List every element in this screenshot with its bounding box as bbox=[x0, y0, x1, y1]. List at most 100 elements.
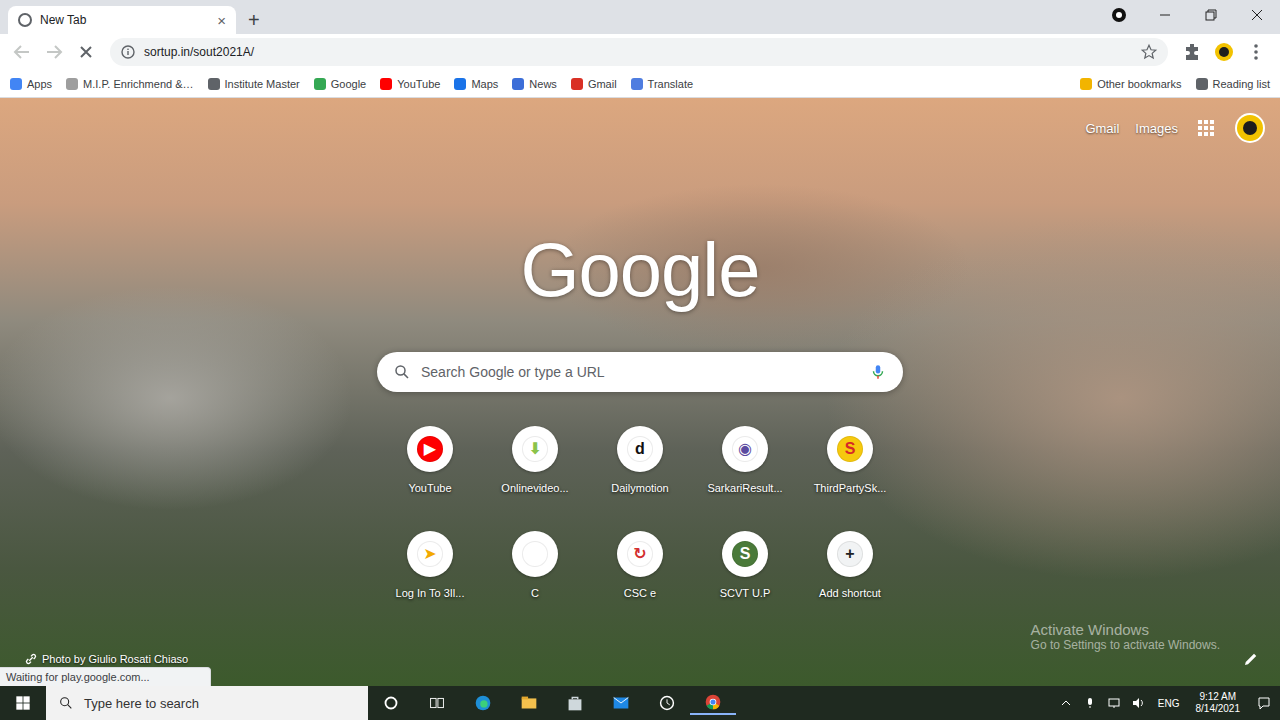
restore-icon[interactable] bbox=[1188, 0, 1234, 30]
windows-start-icon[interactable] bbox=[0, 693, 46, 713]
shortcut-label: Log In To 3Il... bbox=[396, 587, 465, 599]
shortcut-tile[interactable]: ▶ YouTube bbox=[378, 422, 483, 527]
forward-arrow-icon[interactable] bbox=[40, 38, 68, 66]
toolbar: sortup.in/sout2021A/ bbox=[0, 34, 1280, 70]
bookmark-favicon-icon bbox=[571, 78, 583, 90]
shortcut-icon: ↻ bbox=[617, 531, 663, 577]
bookmark-favicon-icon bbox=[208, 78, 220, 90]
folder-icon bbox=[1080, 78, 1092, 90]
bookmark-item[interactable]: YouTube bbox=[380, 78, 440, 90]
bookmark-item[interactable]: Translate bbox=[631, 78, 693, 90]
notifications-icon[interactable] bbox=[1254, 695, 1274, 711]
bookmark-favicon-icon bbox=[454, 78, 466, 90]
shortcut-tile[interactable]: ➤Log In To 3Il... bbox=[378, 527, 483, 632]
task-view-icon[interactable] bbox=[414, 692, 460, 714]
shortcut-icon: ▶ bbox=[407, 426, 453, 472]
new-tab-page: Gmail Images Google Search Google or type a… bbox=[0, 98, 1280, 686]
shortcut-grid: ▶ YouTube ⬇ Onlinevideo... d Dailymotion ◉Sark… bbox=[378, 422, 903, 632]
minimize-icon[interactable] bbox=[1142, 0, 1188, 30]
tab-strip: New Tab × + bbox=[0, 0, 1280, 34]
bookmark-favicon-icon bbox=[512, 78, 524, 90]
shortcut-tile[interactable]: ◉SarkariResult... bbox=[693, 422, 798, 527]
bookmark-favicon-icon bbox=[66, 78, 78, 90]
close-window-icon[interactable] bbox=[1234, 0, 1280, 30]
shortcut-tile[interactable]: C bbox=[483, 527, 588, 632]
apps-grid-icon[interactable] bbox=[1194, 116, 1218, 140]
shortcut-icon: d bbox=[617, 426, 663, 472]
menu-kebab-icon[interactable] bbox=[1242, 38, 1270, 66]
chrome-icon[interactable] bbox=[690, 691, 736, 715]
shortcut-tile[interactable]: SThirdPartySk... bbox=[798, 422, 903, 527]
microphone-icon[interactable] bbox=[1080, 695, 1100, 711]
cortana-icon[interactable] bbox=[368, 692, 414, 714]
header-link[interactable]: Images bbox=[1135, 121, 1178, 136]
bookmark-item[interactable]: Institute Master bbox=[208, 78, 300, 90]
activate-windows-watermark: Activate WindowsGo to Settings to activa… bbox=[1031, 621, 1220, 652]
search-box[interactable]: Search Google or type a URL bbox=[377, 352, 903, 392]
customize-pencil-icon[interactable] bbox=[1242, 650, 1260, 668]
bookmarks-bar: Apps M.I.P. Enrichmend &… Institute Master… bbox=[0, 70, 1280, 98]
microphone-icon[interactable] bbox=[869, 363, 887, 381]
search-icon bbox=[393, 363, 411, 381]
tab-close-button[interactable]: × bbox=[217, 13, 226, 28]
shortcut-label: SCVT U.P bbox=[720, 587, 771, 599]
search-placeholder: Search Google or type a URL bbox=[421, 364, 605, 380]
shortcut-tile[interactable]: ↻ CSC e bbox=[588, 527, 693, 632]
shortcut-label: Dailymotion bbox=[611, 482, 668, 494]
shortcut-label: YouTube bbox=[408, 482, 451, 494]
shortcut-label: C bbox=[531, 587, 539, 599]
info-icon[interactable] bbox=[120, 44, 136, 60]
new-tab-button[interactable]: + bbox=[248, 10, 260, 30]
shortcut-label: CSC e bbox=[624, 587, 656, 599]
edge-icon[interactable] bbox=[460, 692, 506, 714]
bookmark-folder[interactable]: Reading list bbox=[1196, 78, 1270, 90]
bookmark-item[interactable]: Gmail bbox=[571, 78, 617, 90]
google-logo: Google bbox=[520, 232, 759, 308]
shortcut-icon: S bbox=[722, 531, 768, 577]
clock-app-icon[interactable] bbox=[644, 692, 690, 714]
shortcut-tile[interactable]: ⬇ Onlinevideo... bbox=[483, 422, 588, 527]
language-indicator[interactable]: ENG bbox=[1158, 698, 1180, 709]
mail-icon[interactable] bbox=[598, 692, 644, 714]
shortcut-tile[interactable]: d Dailymotion bbox=[588, 422, 693, 527]
bookmark-item[interactable]: Maps bbox=[454, 78, 498, 90]
account-avatar-icon[interactable] bbox=[1234, 112, 1266, 144]
bookmark-favicon-icon bbox=[314, 78, 326, 90]
shortcut-label: Add shortcut bbox=[819, 587, 881, 599]
profile-avatar-icon[interactable] bbox=[1210, 38, 1238, 66]
photo-credit-link[interactable]: Photo by Giulio Rosati Chiaso bbox=[24, 652, 188, 666]
bookmark-item[interactable]: News bbox=[512, 78, 557, 90]
network-icon[interactable] bbox=[1104, 695, 1124, 711]
shortcut-icon: ⬇ bbox=[512, 426, 558, 472]
stop-icon[interactable] bbox=[72, 38, 100, 66]
taskbar: Type here to search ENG 9:12 AM8/14/2021 bbox=[0, 686, 1280, 720]
folder-icon bbox=[1196, 78, 1208, 90]
shortcut-tile[interactable]: +Add shortcut bbox=[798, 527, 903, 632]
search-icon bbox=[58, 695, 74, 711]
browser-tab[interactable]: New Tab × bbox=[8, 6, 236, 34]
address-text: sortup.in/sout2021A/ bbox=[144, 45, 254, 59]
shortcut-tile[interactable]: S SCVT U.P bbox=[693, 527, 798, 632]
bookmark-favicon-icon bbox=[10, 78, 22, 90]
bookmark-star-icon[interactable] bbox=[1140, 43, 1158, 61]
bookmark-folder[interactable]: Other bookmarks bbox=[1080, 78, 1181, 90]
file-explorer-icon[interactable] bbox=[506, 692, 552, 714]
volume-icon[interactable] bbox=[1128, 695, 1148, 711]
header-link[interactable]: Gmail bbox=[1085, 121, 1119, 136]
bookmark-item[interactable]: M.I.P. Enrichmend &… bbox=[66, 78, 193, 90]
address-bar[interactable]: sortup.in/sout2021A/ bbox=[110, 38, 1168, 66]
shortcut-label: Onlinevideo... bbox=[501, 482, 568, 494]
tab-title: New Tab bbox=[40, 13, 209, 27]
bookmark-item[interactable]: Google bbox=[314, 78, 366, 90]
extensions-icon[interactable] bbox=[1178, 38, 1206, 66]
taskbar-search[interactable]: Type here to search bbox=[46, 686, 368, 720]
shortcut-icon: ◉ bbox=[722, 426, 768, 472]
record-icon[interactable] bbox=[1096, 0, 1142, 30]
link-icon bbox=[24, 652, 38, 666]
back-arrow-icon[interactable] bbox=[8, 38, 36, 66]
tray-overflow-icon[interactable] bbox=[1056, 695, 1076, 711]
taskbar-clock[interactable]: 9:12 AM8/14/2021 bbox=[1196, 691, 1241, 716]
bookmark-item[interactable]: Apps bbox=[10, 78, 52, 90]
store-icon[interactable] bbox=[552, 692, 598, 714]
tab-favicon-icon bbox=[18, 13, 32, 27]
